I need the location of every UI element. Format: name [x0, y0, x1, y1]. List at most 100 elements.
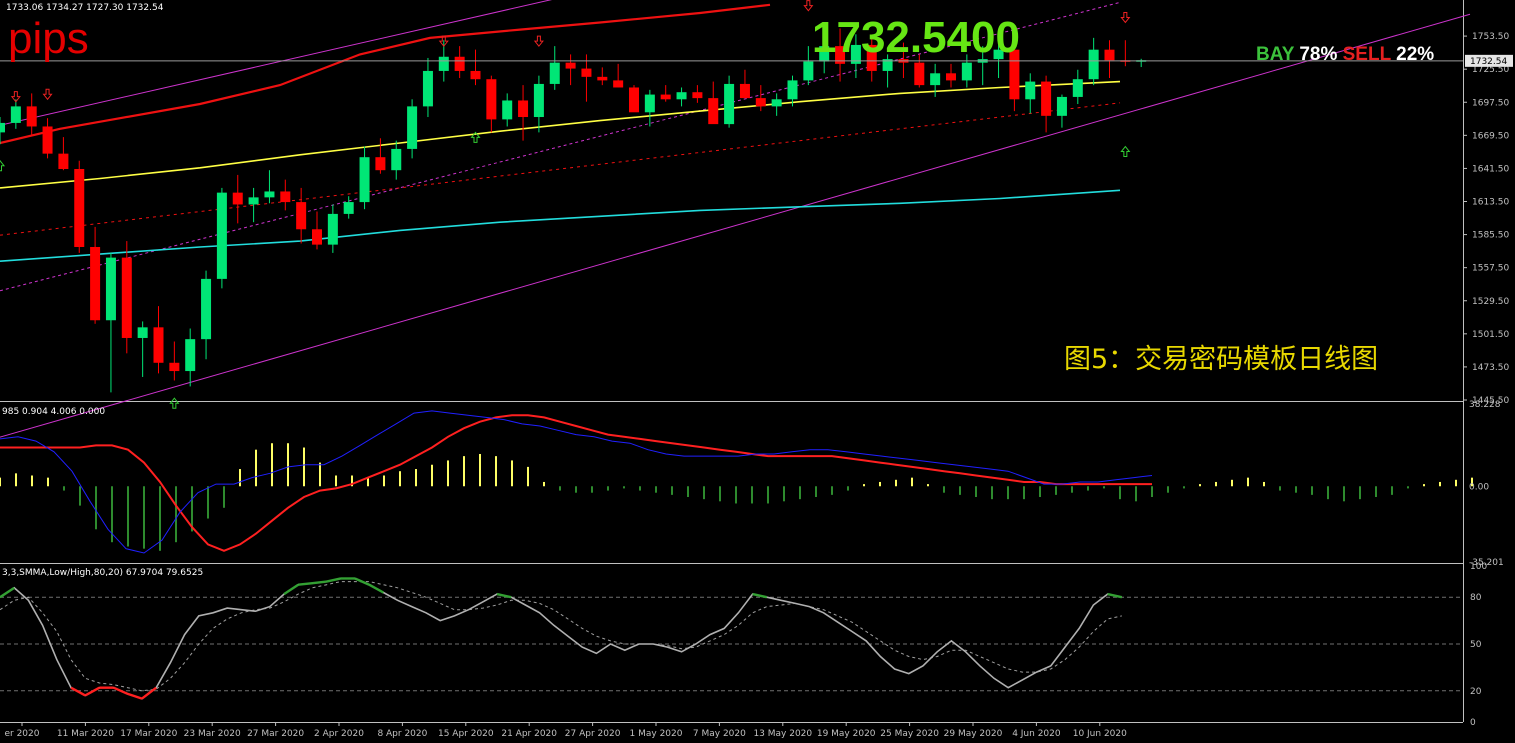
ohlc-readout: 1733.06 1734.27 1727.30 1732.54: [6, 3, 164, 13]
pips-label: pips: [8, 14, 89, 63]
candle-body: [1088, 49, 1099, 80]
stochastic-signal-line: [0, 581, 1122, 692]
candle-body: [755, 98, 766, 107]
candle-body: [961, 62, 972, 81]
candle-body: [153, 327, 164, 363]
stochastic-zone-segment: [70, 686, 86, 697]
price-axis: 1753.501725.501697.501669.501641.501613.…: [1463, 32, 1513, 728]
candle-body: [248, 197, 259, 205]
candle-body: [946, 73, 956, 81]
stochastic-zone-segment: [283, 583, 299, 596]
stochastic-zone-segment: [141, 686, 157, 700]
candle-body: [375, 157, 386, 171]
stochastic-zone-segment: [312, 580, 327, 585]
candle-body: [644, 94, 655, 113]
sell-arrow-icon: [533, 35, 544, 47]
stochastic-zone-segment: [326, 577, 342, 583]
price-tick-label: 1697.50: [1472, 98, 1509, 108]
time-tick-label: er 2020: [4, 729, 39, 739]
candle-body: [169, 362, 180, 372]
price-tick-label: 1473.50: [1472, 363, 1509, 373]
candle-body: [10, 106, 21, 123]
candle-body: [565, 62, 576, 69]
candle-body: [1025, 81, 1036, 100]
time-tick-label: 13 May 2020: [753, 729, 812, 739]
candle-body: [391, 148, 402, 171]
buy-label: BAY: [1256, 44, 1295, 65]
candle-body: [613, 80, 624, 88]
candle-body: [312, 229, 322, 245]
candle-body: [438, 56, 449, 71]
stochastic-zone-segment: [0, 586, 15, 599]
sell-percent: 22%: [1396, 44, 1435, 65]
buy-percent: 78%: [1299, 44, 1338, 65]
time-tick-label: 21 Apr 2020: [501, 729, 557, 739]
candle-body: [549, 62, 560, 84]
candle-body: [137, 327, 148, 338]
price-tick-label: 1641.50: [1472, 164, 1509, 174]
stochastic-main-line: [0, 577, 1122, 700]
buy-arrow-icon: [169, 397, 180, 409]
candle-body: [232, 192, 243, 205]
buy-arrow-icon: [0, 159, 6, 172]
macd-main-line: [0, 410, 1153, 554]
candle-body: [803, 61, 814, 81]
candle-body: [26, 106, 37, 127]
price-tick-label: 1585.50: [1472, 231, 1509, 241]
time-tick-label: 1 May 2020: [630, 729, 683, 739]
candle-body: [280, 191, 291, 203]
current-price-display: 1732.5400: [812, 13, 1020, 62]
candle-body: [58, 153, 69, 170]
sell-arrow-icon: [42, 88, 53, 101]
candle-body: [90, 246, 101, 321]
figure-caption: 图5：交易密码模板日线图: [1064, 344, 1379, 375]
time-tick-label: 4 Jun 2020: [1012, 729, 1061, 739]
sell-arrow-icon: [1120, 11, 1131, 24]
candle-body: [1041, 81, 1052, 116]
candle-body: [724, 83, 735, 125]
stochastic-tick-label: 80: [1470, 593, 1482, 603]
stochastic-zone-segment: [298, 581, 313, 586]
candle-body: [771, 99, 782, 107]
current-price-tag-label: 1732.54: [1470, 57, 1507, 67]
candle-body: [1072, 79, 1083, 97]
macd-panel: [0, 410, 1473, 554]
candle-body: [518, 100, 529, 118]
candle-body: [739, 83, 750, 99]
candle-body: [502, 100, 513, 120]
candle-body: [581, 68, 592, 77]
candle-body: [407, 106, 418, 149]
macd-tick-label: 0.00: [1469, 482, 1489, 492]
candle-body: [914, 62, 925, 86]
price-tick-label: 1613.50: [1472, 198, 1509, 208]
candle-body: [105, 257, 116, 321]
candle-body: [74, 169, 85, 247]
candle-body: [422, 70, 433, 107]
macd-label: 985 0.904 4.006 0.000: [2, 407, 106, 417]
candle-body: [1056, 96, 1067, 116]
candle-body: [486, 79, 497, 120]
time-tick-label: 29 May 2020: [944, 729, 1003, 739]
time-tick-label: 8 Apr 2020: [377, 729, 427, 739]
stochastic-panel: [0, 577, 1463, 700]
candle-body: [201, 278, 212, 340]
time-tick-label: 25 May 2020: [880, 729, 939, 739]
price-tick-label: 1529.50: [1472, 297, 1509, 307]
red-dashed-line: [0, 102, 1121, 236]
candle-body: [0, 122, 5, 133]
time-tick-label: 15 Apr 2020: [438, 729, 494, 739]
macd-signal-line: [0, 414, 1152, 552]
price-tick-label: 1557.50: [1472, 264, 1509, 274]
candle-body: [597, 76, 608, 81]
candle-body: [185, 339, 196, 372]
candle-body: [787, 80, 798, 100]
stochastic-zone-segment: [752, 592, 768, 599]
sentiment-readout: BAY 78% SELL 22%: [1256, 44, 1434, 66]
time-tick-label: 7 May 2020: [693, 729, 746, 739]
candle-body: [359, 157, 370, 203]
stochastic-zone-segment: [368, 583, 384, 594]
time-tick-label: 2 Apr 2020: [314, 729, 364, 739]
ma-fast-line: [0, 3, 771, 145]
candle-body: [42, 126, 53, 154]
candle-body: [692, 92, 703, 99]
